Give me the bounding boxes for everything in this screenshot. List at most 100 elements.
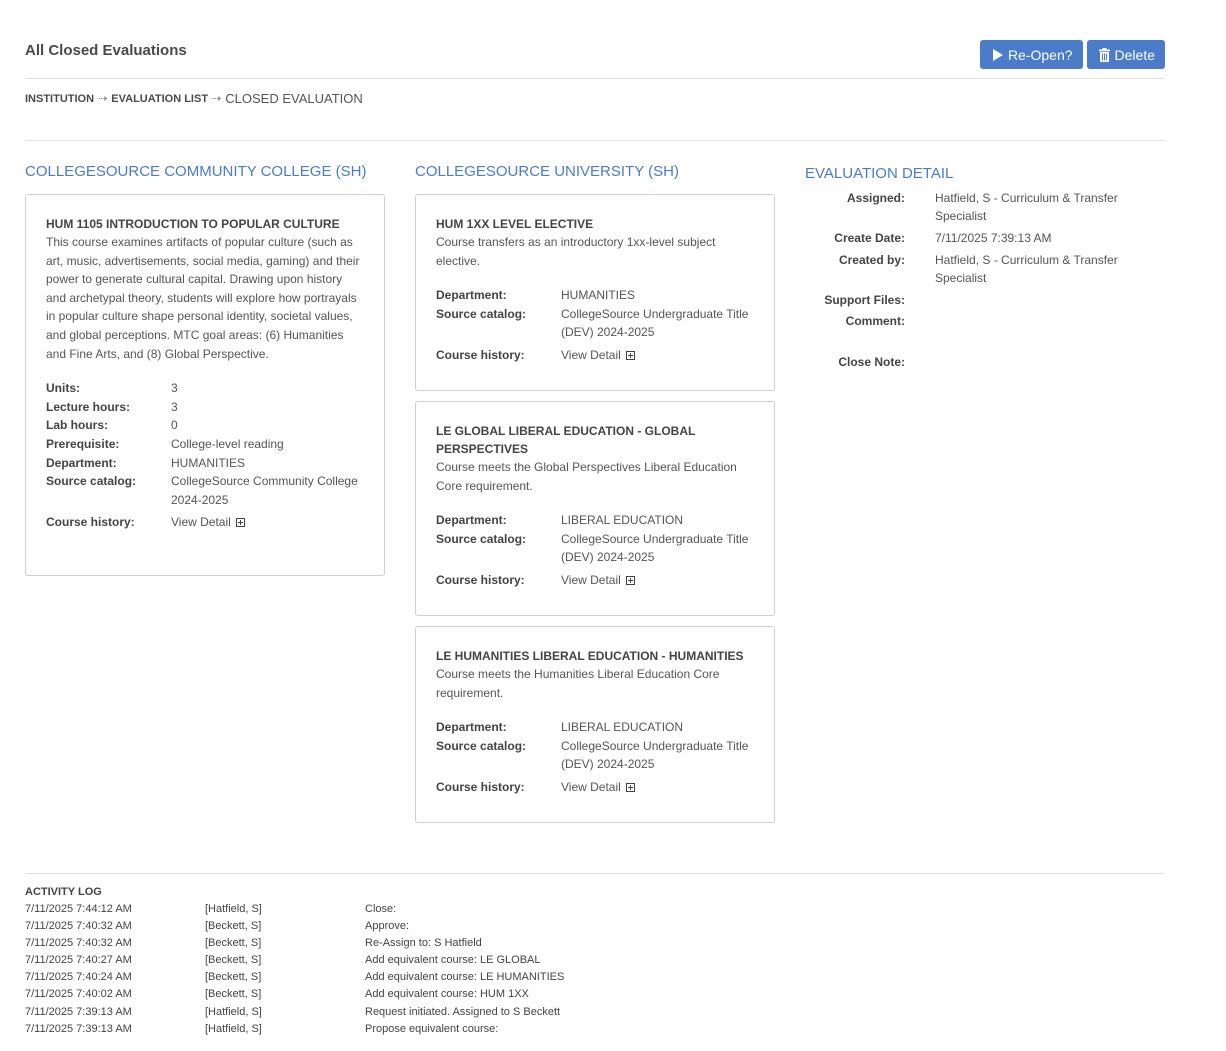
detail-label: Created by: (838, 253, 905, 267)
log-timestamp: 7/11/2025 7:40:32 AM (25, 937, 132, 950)
lecture-hours-row: Lecture hours: 3 (46, 398, 364, 417)
detail-label: Support Files: (824, 293, 905, 307)
activity-log: ACTIVITY LOG 7/11/2025 7:44:12 AM [Hatfie… (25, 886, 1165, 1038)
field-label: Course history: (436, 572, 525, 587)
target-course-card: LE HUMANITIES LIBERAL EDUCATION - HUMANI… (415, 626, 775, 823)
created-by-row: Created by: Hatfield, S - Curriculum & Tr… (805, 251, 1165, 287)
breadcrumb-institution[interactable]: INSTITUTION (25, 93, 94, 105)
view-detail-link[interactable]: View Detail (561, 346, 635, 365)
assigned-value: Hatfield, S - Curriculum & Transfer Spec… (935, 191, 1118, 223)
comment-value (935, 312, 1135, 330)
field-label: Units: (46, 381, 80, 396)
detail-label: Comment: (845, 314, 905, 328)
course-history-row: Course history: View Detail (436, 571, 754, 590)
source-course-card: HUM 1105 INTRODUCTION TO POPULAR CULTURE… (25, 194, 385, 576)
activity-log-heading: ACTIVITY LOG (25, 886, 102, 898)
log-user: [Hatfield, S] (205, 1005, 262, 1018)
target-course-card: LE GLOBAL LIBERAL EDUCATION - GLOBAL PER… (415, 401, 775, 616)
field-label: Source catalog: (436, 738, 527, 753)
course-history-row: Course history: View Detail (436, 778, 754, 797)
breadcrumb-arrow-icon: ⇢ (212, 93, 222, 105)
support-files-value (935, 291, 1135, 309)
field-label: Lecture hours: (46, 399, 131, 414)
course-description: Course transfers as an introductory 1xx-… (436, 235, 716, 268)
field-label: Course history: (46, 515, 135, 530)
view-detail-link[interactable]: View Detail (561, 571, 635, 590)
log-action: Propose equivalent course: (365, 1022, 499, 1035)
log-user: [Beckett, S] (205, 937, 262, 950)
delete-button-label: Delete (1114, 46, 1155, 63)
department-value: LIBERAL EDUCATION (561, 513, 684, 528)
field-label: Course history: (436, 347, 525, 362)
course-fields: Department: HUMANITIES Source catalog: Col… (436, 286, 754, 364)
course-history-row: Course history: View Detail (46, 513, 364, 532)
source-catalog-value: CollegeSource Undergraduate Title (DEV) … (561, 531, 749, 565)
prerequisite-value: College-level reading (171, 436, 284, 451)
expand-plus-icon (625, 782, 635, 792)
prerequisite-row: Prerequisite: College-level reading (46, 435, 364, 454)
detail-label: Create Date: (834, 231, 905, 245)
breadcrumb-current: CLOSED EVALUATION (225, 91, 363, 106)
delete-button[interactable]: Delete (1086, 40, 1165, 69)
log-action: Approve: (365, 920, 410, 933)
course-title: LE HUMANITIES LIBERAL EDUCATION - HUMANI… (436, 649, 744, 663)
log-action: Request initiated. Assigned to S Beckett (365, 1005, 561, 1018)
department-row: Department: HUMANITIES (46, 454, 364, 473)
view-detail-link[interactable]: View Detail (561, 778, 635, 797)
breadcrumb-arrow-icon: ⇢ (98, 93, 108, 105)
department-row: Department: LIBERAL EDUCATION (436, 718, 754, 737)
field-label: Lab hours: (46, 418, 108, 433)
breadcrumb-divider (25, 140, 1165, 141)
create-date-value: 7/11/2025 7:39:13 AM (935, 231, 1052, 245)
field-label: Department: (436, 288, 507, 303)
source-catalog-value: CollegeSource Undergraduate Title (DEV) … (561, 738, 749, 772)
target-institution-heading: COLLEGESOURCE UNIVERSITY (SH) (415, 163, 679, 180)
log-action: Add equivalent course: HUM 1XX (365, 988, 529, 1001)
field-label: Prerequisite: (46, 436, 120, 451)
course-history-row: Course history: View Detail (436, 346, 754, 365)
field-label: Department: (436, 513, 507, 528)
log-user: [Hatfield, S] (205, 903, 262, 915)
log-action: Close: (365, 903, 397, 915)
course-description: Course meets the Humanities Liberal Educ… (436, 667, 720, 700)
department-value: HUMANITIES (561, 288, 636, 303)
department-value: LIBERAL EDUCATION (561, 720, 684, 735)
reopen-button[interactable]: Re-Open? (979, 40, 1083, 69)
support-files-row: Support Files: (805, 291, 1165, 309)
log-timestamp: 7/11/2025 7:40:32 AM (25, 920, 132, 933)
activity-divider (25, 873, 1165, 874)
source-catalog-value: CollegeSource Community College 2024-202… (171, 474, 358, 507)
assigned-row: Assigned: Hatfield, S - Curriculum & Tran… (805, 189, 1165, 225)
log-user: [Beckett, S] (205, 971, 262, 984)
source-catalog-value: CollegeSource Undergraduate Title (DEV) … (561, 306, 749, 340)
course-fields: Department: LIBERAL EDUCATION Source cata… (436, 718, 754, 796)
department-row: Department: LIBERAL EDUCATION (436, 511, 754, 530)
department-value: HUMANITIES (171, 455, 246, 470)
lecture-hours-value: 3 (171, 399, 178, 414)
log-row: 7/11/2025 7:44:12 AM [Hatfield, S] Close: (25, 901, 1165, 918)
expand-plus-icon (625, 575, 635, 585)
field-label: Course history: (436, 779, 525, 794)
log-row: 7/11/2025 7:40:27 AM [Beckett, S] Add equi… (25, 952, 1165, 969)
view-detail-label: View Detail (561, 347, 621, 362)
log-row: 7/11/2025 7:40:32 AM [Beckett, S] Approve: (25, 918, 1165, 935)
detail-label: Close Note: (838, 355, 905, 369)
evaluation-detail-heading: EVALUATION DETAIL (805, 165, 954, 182)
breadcrumb-evaluation-list[interactable]: EVALUATION LIST (111, 93, 208, 105)
lab-hours-value: 0 (171, 418, 178, 433)
view-detail-label: View Detail (561, 572, 621, 587)
course-title: LE GLOBAL LIBERAL EDUCATION - GLOBAL PER… (436, 424, 696, 456)
log-row: 7/11/2025 7:40:02 AM [Beckett, S] Add equi… (25, 986, 1165, 1003)
header-divider (25, 78, 1165, 79)
department-row: Department: HUMANITIES (436, 286, 754, 305)
view-detail-link[interactable]: View Detail (171, 513, 245, 532)
log-action: Re-Assign to: S Hatfield (365, 937, 482, 950)
play-icon (992, 48, 1003, 61)
course-fields: Units: 3 Lecture hours: 3 Lab hours: 0 Prer… (46, 379, 364, 532)
lab-hours-row: Lab hours: 0 (46, 416, 364, 435)
close-note-value (935, 353, 1135, 371)
detail-label: Assigned: (846, 191, 905, 205)
page-header: All Closed Evaluations Re-Open? Delete (25, 40, 1165, 70)
units-value: 3 (171, 381, 178, 396)
field-label: Department: (46, 455, 117, 470)
